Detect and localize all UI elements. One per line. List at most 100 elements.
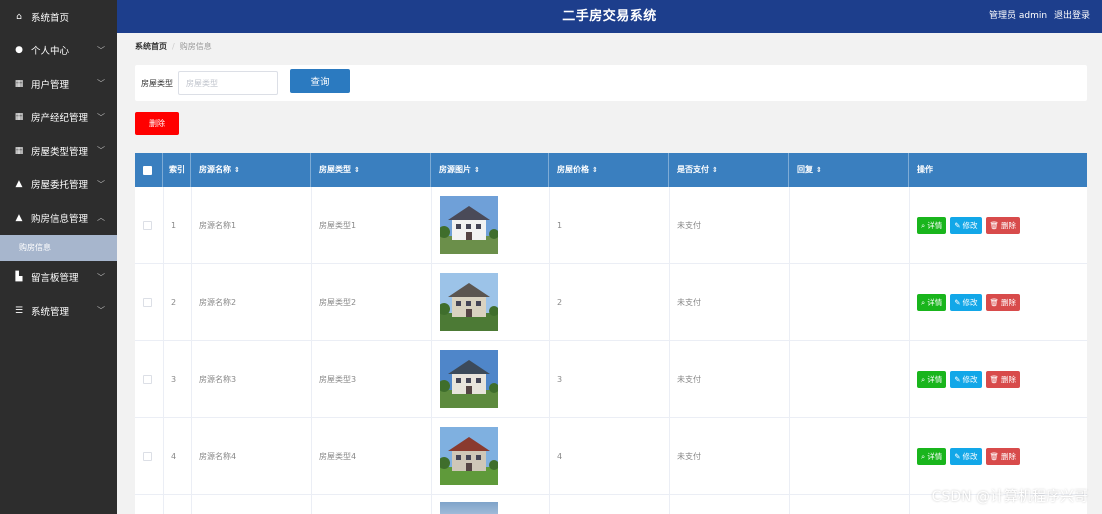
delete-button[interactable]: 🗑 删除 (985, 294, 1021, 311)
sidebar-item-label: 系统管理 (31, 306, 70, 318)
cell-house-name: 房源名称4 (199, 452, 237, 461)
sidebar-item-2[interactable]: ▦ 用户管理 ﹀ (0, 67, 117, 101)
chevron-down-icon: ﹀ (97, 45, 105, 55)
pencil-icon: ✎ (954, 298, 961, 307)
delete-button[interactable]: 🗑 删除 (985, 217, 1021, 234)
cell-actions: ⌕ 详情 ✎ 修改 🗑 删除 (917, 187, 1021, 264)
breadcrumb-separator: / (172, 42, 175, 51)
search-icon: ⌕ (921, 374, 926, 384)
detail-button[interactable]: ⌕ 详情 (917, 448, 947, 465)
cell-actions: ⌕ 详情 ✎ 修改 🗑 删除 (917, 341, 1021, 418)
chevron-down-icon: ﹀ (97, 306, 105, 315)
header-paid[interactable]: 是否支付 ⇕ (669, 153, 789, 187)
house-image (440, 427, 498, 485)
top-header: 二手房交易系统 管理员 admin 退出登录 (117, 0, 1102, 33)
cell-paid-status: 未支付 (677, 298, 701, 307)
sidebar-item-5[interactable]: ▲ 房屋委托管理 ﹀ (0, 168, 117, 202)
header-house-type[interactable]: 房屋类型 ⇕ (311, 153, 431, 187)
cell-house-type: 房屋类型2 (319, 298, 357, 307)
row-checkbox[interactable] (143, 298, 152, 307)
header-reply[interactable]: 回复 ⇕ (789, 153, 909, 187)
chart-icon: ▙ (15, 272, 23, 283)
cell-paid-status: 未支付 (677, 375, 701, 384)
table-row: 2 房源名称2 房屋类型2 2 未支付 ⌕ 详情 ✎ 修改 🗑 删除 (135, 264, 1087, 341)
data-table: 索引 房源名称 ⇕ 房屋类型 ⇕ 房源图片 ⇕ 房屋价格 ⇕ 是否支付 ⇕ 回复 ⇕ 操作 … (135, 153, 1087, 514)
trash-icon: 🗑 (989, 298, 1000, 307)
sidebar: ⌂ 系统首页 ● 个人中心 ﹀ ▦ 用户管理 ﹀ ▦ 房产经纪管理 ﹀ ▦ 房屋类型管理 ﹀ ▲ 房屋委托管理… (0, 0, 117, 514)
detail-button[interactable]: ⌕ 详情 (917, 371, 947, 388)
sliders-icon: ☰ (14, 305, 24, 316)
sidebar-item-label: 个人中心 (31, 46, 70, 58)
header-house-image[interactable]: 房源图片 ⇕ (431, 153, 549, 187)
cell-house-name: 房源名称1 (199, 221, 237, 230)
sidebar-item-0[interactable]: ⌂ 系统首页 (0, 0, 117, 34)
sidebar-item-1[interactable]: ● 个人中心 ﹀ (0, 34, 117, 68)
sidebar-item-label: 系统首页 (31, 12, 70, 24)
trash-icon: 🗑 (989, 221, 1000, 230)
row-checkbox[interactable] (143, 375, 152, 384)
breadcrumb-home[interactable]: 系统首页 (135, 42, 167, 51)
sidebar-item-label: 房产经纪管理 (31, 113, 89, 125)
cell-house-name: 房源名称2 (199, 298, 237, 307)
sidebar-menu: ⌂ 系统首页 ● 个人中心 ﹀ ▦ 用户管理 ﹀ ▦ 房产经纪管理 ﹀ ▦ 房屋类型管理 ﹀ ▲ 房屋委托管理… (0, 0, 117, 328)
building-icon: ▲ (15, 212, 23, 223)
house-image (440, 350, 498, 408)
header-house-name[interactable]: 房源名称 ⇕ (191, 153, 311, 187)
search-icon: ⌕ (921, 297, 926, 307)
sidebar-item-label: 房屋委托管理 (31, 180, 89, 192)
house-image (440, 196, 498, 254)
user-area: 管理员 admin 退出登录 (985, 0, 1090, 33)
cell-house-type: 房屋类型4 (319, 452, 357, 461)
cell-paid-status: 未支付 (677, 452, 701, 461)
header-index[interactable]: 索引 (163, 153, 191, 187)
header-checkbox-col (135, 153, 163, 187)
trash-icon: 🗑 (989, 375, 1000, 384)
grid-icon: ▦ (14, 112, 24, 123)
cell-index: 2 (171, 298, 177, 307)
grid-icon: ▦ (14, 78, 24, 89)
delete-button[interactable]: 🗑 删除 (985, 448, 1021, 465)
cell-index: 3 (171, 375, 177, 384)
sidebar-item-after-1[interactable]: ☰ 系统管理 ﹀ (0, 294, 117, 328)
user-icon: ● (15, 45, 23, 56)
grid-icon: ▦ (14, 145, 24, 156)
edit-button[interactable]: ✎ 修改 (950, 294, 982, 311)
row-checkbox[interactable] (143, 452, 152, 461)
trash-icon: 🗑 (989, 452, 1000, 461)
row-checkbox[interactable] (143, 221, 152, 230)
batch-delete-button[interactable]: 删除 (135, 112, 179, 135)
house-type-search-input[interactable] (178, 71, 278, 95)
pencil-icon: ✎ (954, 375, 961, 384)
sidebar-item-after-0[interactable]: ▙ 留言板管理 ﹀ (0, 261, 117, 295)
search-icon: ⌕ (921, 451, 926, 461)
cell-price: 1 (557, 221, 563, 230)
sidebar-item-label: 用户管理 (31, 79, 70, 91)
thumb-icon: ▲ (15, 179, 23, 190)
header-price[interactable]: 房屋价格 ⇕ (549, 153, 669, 187)
search-label: 房屋类型 (141, 79, 173, 88)
cell-actions: ⌕ 详情 ✎ 修改 🗑 删除 (917, 418, 1021, 495)
delete-button[interactable]: 🗑 删除 (985, 371, 1021, 388)
table-row: 4 房源名称4 房屋类型4 4 未支付 ⌕ 详情 ✎ 修改 🗑 删除 (135, 418, 1087, 495)
detail-button[interactable]: ⌕ 详情 (917, 217, 947, 234)
cell-price: 2 (557, 298, 563, 307)
detail-button[interactable]: ⌕ 详情 (917, 294, 947, 311)
sidebar-item-6[interactable]: ▲ 购房信息管理 ︿ (0, 201, 117, 235)
search-panel: 房屋类型 查询 (135, 65, 1087, 101)
logout-link[interactable]: 退出登录 (1054, 11, 1090, 21)
cell-house-name: 房源名称3 (199, 375, 237, 384)
sidebar-subitem-purchase-info[interactable]: 购房信息 (0, 234, 117, 261)
cell-house-type: 房屋类型1 (319, 221, 357, 230)
search-button[interactable]: 查询 (290, 69, 350, 93)
table-header: 索引 房源名称 ⇕ 房屋类型 ⇕ 房源图片 ⇕ 房屋价格 ⇕ 是否支付 ⇕ 回复 ⇕ 操作 (135, 153, 1087, 187)
breadcrumb: 系统首页 / 购房信息 (135, 41, 212, 52)
edit-button[interactable]: ✎ 修改 (950, 371, 982, 388)
sidebar-item-3[interactable]: ▦ 房产经纪管理 ﹀ (0, 101, 117, 135)
sidebar-item-4[interactable]: ▦ 房屋类型管理 ﹀ (0, 134, 117, 168)
chevron-down-icon: ﹀ (97, 112, 105, 122)
edit-button[interactable]: ✎ 修改 (950, 217, 982, 234)
edit-button[interactable]: ✎ 修改 (950, 448, 982, 465)
chevron-down-icon: ﹀ (97, 179, 105, 189)
home-icon: ⌂ (16, 11, 22, 22)
user-label: 管理员 admin (989, 11, 1048, 21)
